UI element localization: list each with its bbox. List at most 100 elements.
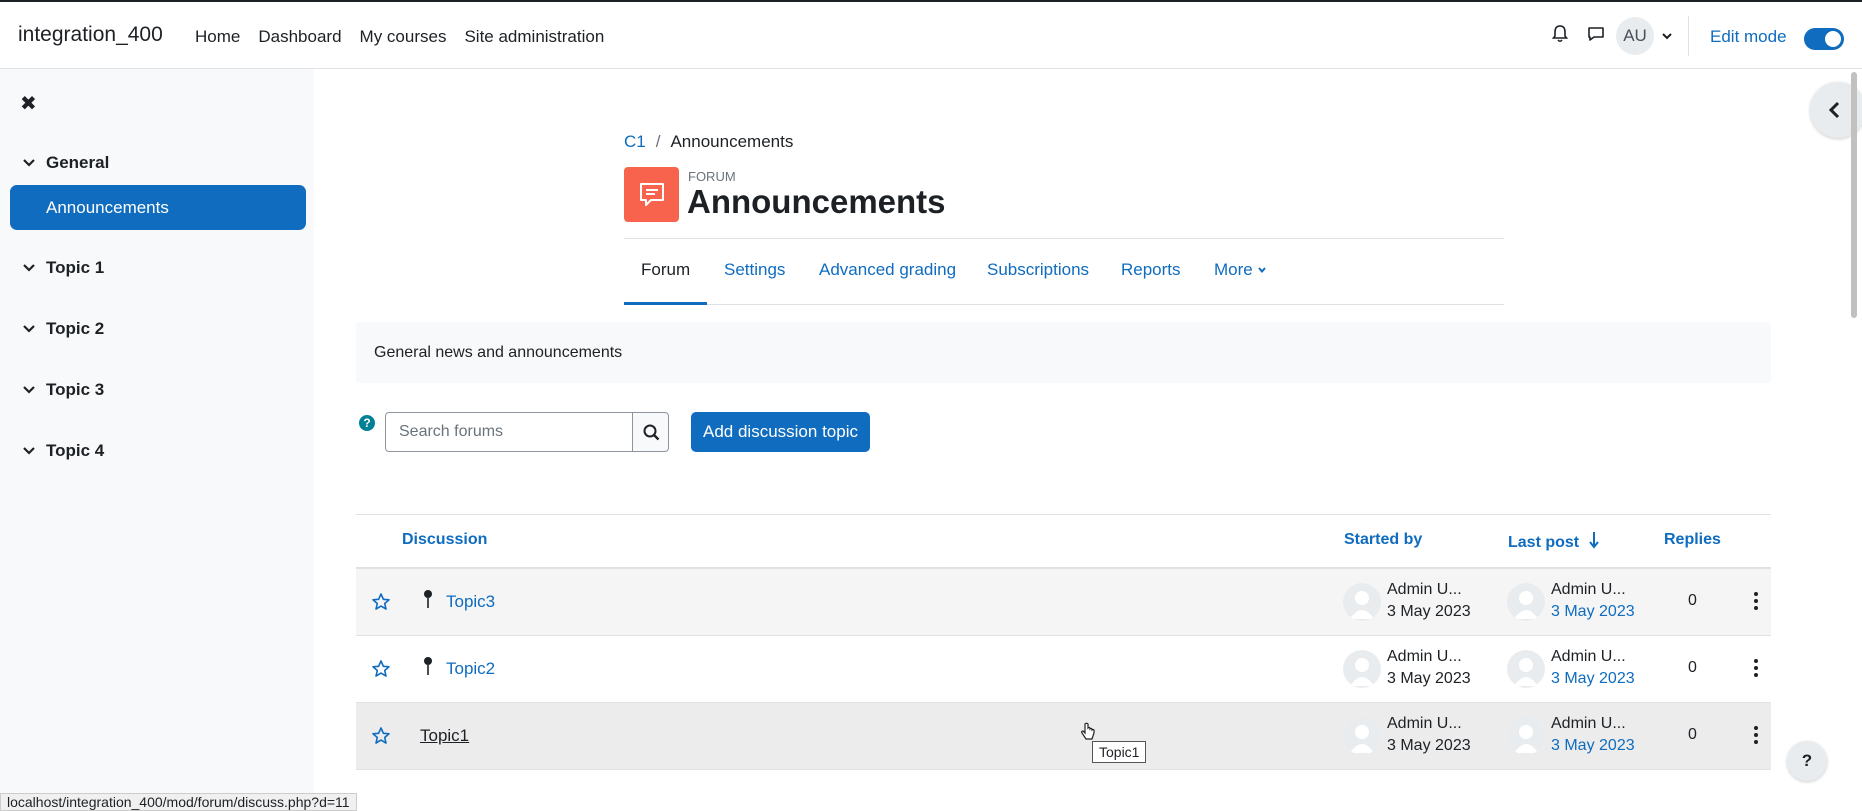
toggle-knob (1825, 31, 1841, 47)
discussion-title-link[interactable]: Topic2 (446, 659, 495, 679)
bell-icon[interactable] (1550, 24, 1570, 44)
column-header-label: Last post (1508, 534, 1580, 551)
avatar (1343, 717, 1381, 755)
site-name[interactable]: integration_400 (18, 23, 163, 47)
pin-icon (424, 590, 432, 608)
last-post-date-link[interactable]: 3 May 2023 (1551, 737, 1635, 755)
tab-more-label: More (1214, 260, 1253, 279)
add-discussion-topic-button[interactable]: Add discussion topic (691, 412, 870, 452)
breadcrumb-current: Announcements (670, 132, 794, 151)
hand-cursor-icon (1081, 722, 1095, 740)
drawer-item-announcements[interactable]: Announcements (10, 185, 306, 230)
section-topic-3[interactable]: Topic 3 (22, 380, 104, 400)
tab-settings[interactable]: Settings (724, 239, 785, 305)
section-topic-1[interactable]: Topic 1 (22, 258, 104, 278)
column-header-replies[interactable]: Replies (1664, 531, 1721, 549)
pin-icon (424, 657, 432, 675)
last-post-author: Admin U... (1551, 715, 1626, 732)
help-icon[interactable]: ? (359, 415, 375, 431)
discussion-title-link[interactable]: Topic1 (420, 726, 469, 746)
table-row[interactable]: Topic3 Admin U... 3 May 2023 Admin U... … (356, 569, 1771, 636)
page-scrollbar[interactable] (1851, 72, 1857, 318)
tab-advanced-grading[interactable]: Advanced grading (819, 239, 956, 305)
primary-navigation: Home Dashboard My courses Site administr… (195, 27, 622, 47)
last-post-date-link[interactable]: 3 May 2023 (1551, 670, 1635, 688)
tab-reports[interactable]: Reports (1121, 239, 1181, 305)
star-icon[interactable] (371, 659, 391, 679)
search-icon (643, 424, 660, 441)
column-header-discussion[interactable]: Discussion (402, 531, 487, 549)
chevron-down-icon[interactable] (22, 444, 36, 458)
section-general[interactable]: General (22, 153, 109, 173)
tooltip: Topic1 (1092, 741, 1147, 763)
started-date: 3 May 2023 (1387, 670, 1471, 687)
last-post-author: Admin U... (1551, 581, 1626, 598)
more-actions-icon[interactable] (1748, 658, 1764, 678)
section-topic-2[interactable]: Topic 2 (22, 319, 104, 339)
forum-icon (624, 167, 679, 222)
tab-more[interactable]: More (1214, 239, 1267, 305)
section-topic-4[interactable]: Topic 4 (22, 441, 104, 461)
replies-count: 0 (1688, 592, 1697, 609)
page-title: Announcements (687, 183, 946, 220)
started-date: 3 May 2023 (1387, 603, 1471, 620)
breadcrumb-course[interactable]: C1 (624, 132, 646, 152)
table-row[interactable]: Topic1 Admin U... 3 May 2023 Admin U... … (356, 703, 1771, 770)
tab-forum[interactable]: Forum (624, 239, 708, 305)
more-actions-icon[interactable] (1748, 591, 1764, 611)
chevron-down-icon[interactable] (22, 322, 36, 336)
search-button[interactable] (632, 412, 669, 452)
chevron-down-icon (1258, 267, 1267, 274)
star-icon[interactable] (371, 726, 391, 746)
chevron-down-icon[interactable] (1661, 30, 1673, 42)
column-header-started-by[interactable]: Started by (1344, 531, 1422, 549)
course-index-drawer: ✖ General Announcements Topic 1 Topic 2 … (0, 69, 314, 808)
started-by-name: Admin U... (1387, 581, 1462, 598)
section-label: General (46, 153, 110, 172)
star-icon[interactable] (371, 592, 391, 612)
discussion-title-link[interactable]: Topic3 (446, 592, 495, 612)
sort-descending-icon (1588, 532, 1599, 549)
section-label: Topic 1 (46, 258, 105, 277)
breadcrumb-separator: / (655, 132, 661, 151)
replies-count: 0 (1688, 726, 1697, 743)
last-post-author: Admin U... (1551, 648, 1626, 665)
avatar (1343, 583, 1381, 621)
section-label: Topic 3 (46, 380, 105, 399)
nav-home[interactable]: Home (195, 27, 240, 47)
breadcrumb: C1 / Announcements (624, 132, 793, 152)
top-navbar: integration_400 Home Dashboard My course… (0, 0, 1862, 69)
browser-status-url: localhost/integration_400/mod/forum/disc… (0, 793, 357, 811)
edit-mode-label[interactable]: Edit mode (1710, 27, 1787, 47)
close-icon[interactable]: ✖ (20, 91, 37, 116)
nav-my-courses[interactable]: My courses (360, 27, 447, 47)
avatar (1507, 650, 1545, 688)
edit-mode-toggle[interactable] (1804, 28, 1844, 50)
tab-subscriptions[interactable]: Subscriptions (987, 239, 1089, 305)
navbar-divider (1688, 16, 1689, 56)
last-post-date-link[interactable]: 3 May 2023 (1551, 603, 1635, 621)
user-avatar[interactable]: AU (1616, 17, 1654, 55)
chevron-down-icon[interactable] (22, 156, 36, 170)
nav-dashboard[interactable]: Dashboard (258, 27, 341, 47)
replies-count: 0 (1688, 659, 1697, 676)
secondary-navigation: Forum Settings Advanced grading Subscrip… (624, 239, 1504, 305)
section-label: Topic 2 (46, 319, 105, 338)
nav-site-administration[interactable]: Site administration (464, 27, 604, 47)
help-button[interactable]: ? (1787, 741, 1827, 781)
chevron-left-icon (1828, 101, 1840, 119)
forum-intro: General news and announcements (356, 322, 1771, 383)
avatar (1507, 717, 1545, 755)
column-header-last-post[interactable]: Last post (1508, 531, 1600, 552)
avatar (1507, 583, 1545, 621)
started-by-name: Admin U... (1387, 715, 1462, 732)
started-by-name: Admin U... (1387, 648, 1462, 665)
table-row[interactable]: Topic2 Admin U... 3 May 2023 Admin U... … (356, 636, 1771, 703)
chat-icon[interactable] (1586, 24, 1606, 44)
avatar (1343, 650, 1381, 688)
chevron-down-icon[interactable] (22, 261, 36, 275)
module-type-label: FORUM (688, 169, 736, 184)
more-actions-icon[interactable] (1748, 725, 1764, 745)
search-input[interactable] (385, 412, 633, 452)
chevron-down-icon[interactable] (22, 383, 36, 397)
